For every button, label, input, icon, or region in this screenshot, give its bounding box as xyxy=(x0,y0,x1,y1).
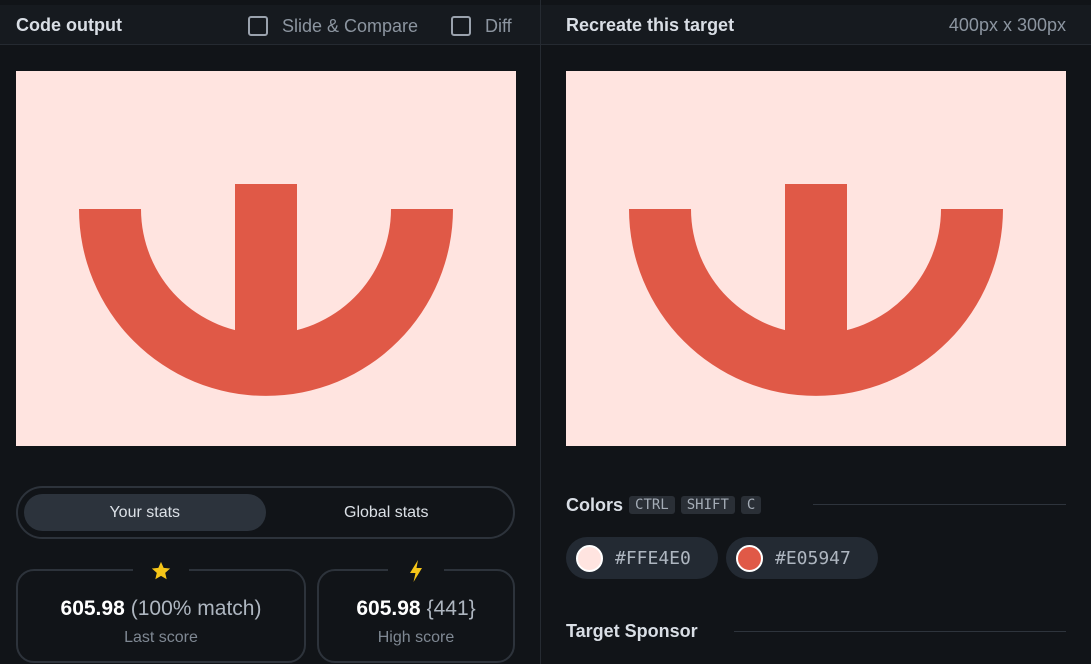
kbd-ctrl: CTRL xyxy=(629,496,675,514)
target-header: Recreate this target 400px x 300px xyxy=(541,5,1091,45)
high-score-rank: {441} xyxy=(426,597,476,620)
high-score-value: 605.98 xyxy=(356,597,421,620)
target-drawing xyxy=(566,71,1066,446)
output-stem-shape xyxy=(235,184,297,344)
swatch-dot-background xyxy=(576,544,603,572)
code-output-title: Code output xyxy=(16,15,122,35)
high-score-line: 605.98 {441} xyxy=(319,597,513,621)
last-score-line: 605.98 (100% match) xyxy=(18,597,304,621)
code-output-header: Code output Slide & Compare Diff xyxy=(0,5,540,45)
high-score-card: 605.98 {441} High score xyxy=(317,558,515,663)
target-title: Recreate this target xyxy=(566,15,735,35)
sponsor-title: Target Sponsor xyxy=(566,621,698,641)
kbd-c: C xyxy=(740,496,762,514)
tab-global-stats[interactable]: Global stats xyxy=(266,494,508,531)
last-score-card: 605.98 (100% match) Last score xyxy=(16,558,306,663)
last-score-value: 605.98 xyxy=(60,597,125,620)
sponsor-divider xyxy=(734,631,1066,632)
diff-checkbox[interactable] xyxy=(451,16,471,36)
target-panel: Recreate this target 400px x 300px Color… xyxy=(541,0,1091,664)
slide-compare-checkbox[interactable] xyxy=(248,16,268,36)
swatch-dot-shape xyxy=(736,544,763,572)
output-drawing xyxy=(16,71,516,446)
diff-label: Diff xyxy=(485,15,512,36)
kbd-shift: SHIFT xyxy=(680,496,735,514)
slide-compare-toggle[interactable]: Slide & Compare xyxy=(248,15,418,37)
colors-title: Colors xyxy=(566,494,624,515)
color-swatch-shape[interactable]: #E05947 xyxy=(726,537,878,579)
target-canvas xyxy=(566,71,1066,446)
last-score-match: (100% match) xyxy=(130,597,262,620)
slide-compare-label: Slide & Compare xyxy=(282,15,419,36)
colors-divider xyxy=(813,504,1066,505)
diff-toggle[interactable]: Diff xyxy=(451,15,512,37)
output-canvas[interactable] xyxy=(16,71,516,446)
target-stem-shape xyxy=(785,184,847,344)
app-root: Code output Slide & Compare Diff Your st… xyxy=(0,0,1091,664)
code-output-panel: Code output Slide & Compare Diff Your st… xyxy=(0,0,540,664)
stats-tab-bar: Your stats Global stats xyxy=(16,486,515,539)
colors-header: Colors CTRL SHIFT C xyxy=(566,493,762,517)
target-dimensions: 400px x 300px xyxy=(948,15,1066,35)
high-score-label: High score xyxy=(377,629,455,646)
last-score-label: Last score xyxy=(124,629,198,646)
color-swatch-background[interactable]: #FFE4E0 xyxy=(566,537,718,579)
lightning-icon xyxy=(388,558,444,584)
swatch-code-shape: #E05947 xyxy=(775,547,851,569)
tab-your-stats[interactable]: Your stats xyxy=(24,494,266,531)
swatch-code-background: #FFE4E0 xyxy=(615,547,691,569)
star-icon xyxy=(133,558,189,584)
